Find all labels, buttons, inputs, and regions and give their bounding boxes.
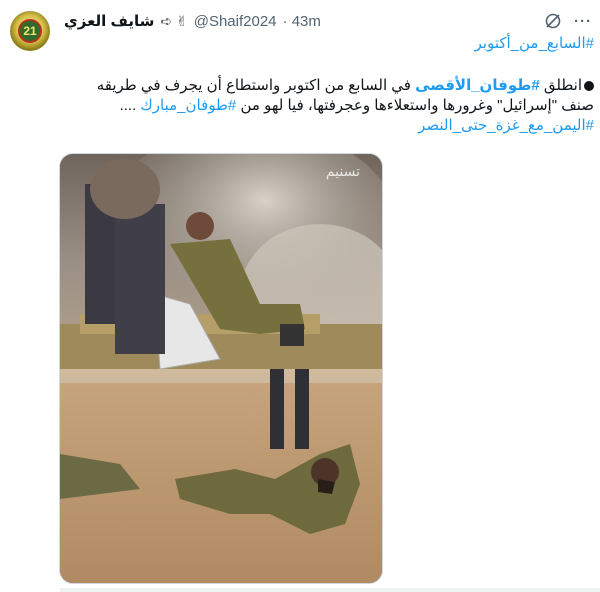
hashtag-link[interactable]: #طوفان_الأقصى xyxy=(415,77,540,94)
hashtag-link[interactable]: #اليمن_مع_غزة_حتى_النصر xyxy=(418,117,594,134)
grok-icon[interactable] xyxy=(544,12,562,30)
tweet-photo[interactable]: تسنیم xyxy=(59,153,383,584)
photo-image: تسنیم xyxy=(60,154,382,583)
text-segment: صنف "إسرائيل" وغرورها واستعلاءها وعجرفته… xyxy=(236,97,594,114)
text-segment: انطلق xyxy=(539,77,582,94)
more-options-icon[interactable]: ··· xyxy=(574,13,592,30)
tweet-card[interactable]: 21 شايف العزي ➪ ✌ @Shaif2024 · 43m ··· #… xyxy=(0,0,600,592)
watermark: تسنیم xyxy=(326,164,360,180)
tweet-text: #السابع_من_أكتوبر انطلق #طوفان_الأقصى في… xyxy=(60,34,594,136)
divider xyxy=(60,588,600,592)
text-segment: .... xyxy=(119,97,141,114)
name-emojis: ➪ ✌ xyxy=(160,12,188,29)
avatar[interactable]: 21 xyxy=(10,11,50,51)
header-actions: ··· xyxy=(544,12,600,30)
bullet-icon xyxy=(584,81,594,92)
handle[interactable]: @Shaif2024 xyxy=(194,13,277,30)
avatar-badge: 21 xyxy=(18,19,42,43)
hashtag-link[interactable]: #طوفان_مبارك xyxy=(140,97,236,114)
timestamp[interactable]: · 43m xyxy=(283,13,321,30)
hashtag-link[interactable]: #السابع_من_أكتوبر xyxy=(475,35,594,52)
text-segment: في السابع من اكتوبر واستطاع أن يجرف في ط… xyxy=(96,77,416,94)
display-name[interactable]: شايف العزي xyxy=(64,12,154,30)
tweet-header: 21 شايف العزي ➪ ✌ @Shaif2024 · 43m ··· xyxy=(0,6,600,51)
